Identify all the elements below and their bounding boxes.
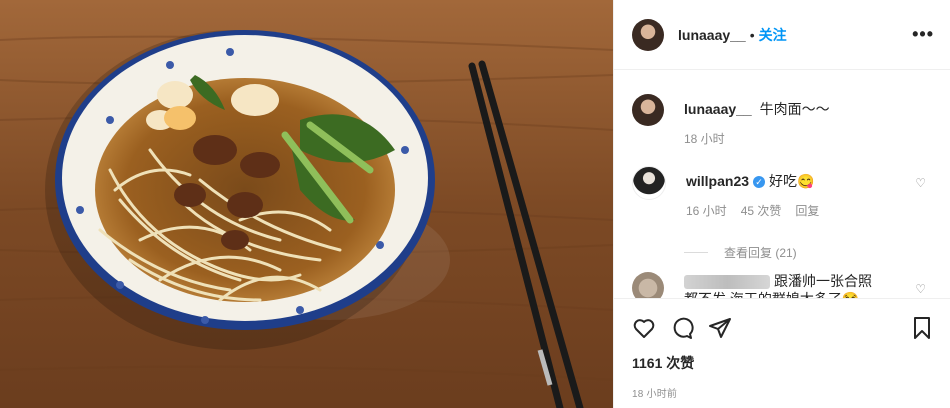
comment-username[interactable]: willpan23 (686, 173, 749, 189)
comment-time[interactable]: 16 小时 (686, 202, 727, 220)
post-actions: 1161 次赞 18 小时前 (614, 298, 950, 408)
comment-likes[interactable]: 45 次赞 (741, 202, 782, 220)
like-comment-heart-icon[interactable]: ♡ (915, 176, 926, 190)
comment-bubble-icon[interactable] (670, 316, 694, 340)
view-replies-button[interactable]: 查看回复 (21) (684, 244, 934, 261)
post-modal: lunaaay__ • 关注 ••• lunaaay__ 牛肉面～～ 18 小时 (0, 0, 950, 408)
action-icons (632, 299, 934, 357)
author-username[interactable]: lunaaay__ (678, 27, 746, 43)
replies-divider (684, 252, 708, 253)
noodle-bowl-image (0, 0, 613, 408)
comments-list[interactable]: lunaaay__ 牛肉面～～ 18 小时 willpan23 ✓ 好吃😋 16… (614, 70, 950, 298)
caption-username[interactable]: lunaaay__ (684, 101, 752, 117)
separator-dot: • (749, 26, 755, 43)
blurred-username[interactable] (684, 275, 770, 290)
post-side-panel: lunaaay__ • 关注 ••• lunaaay__ 牛肉面～～ 18 小时 (613, 0, 950, 408)
comment-text: 好吃😋 (769, 173, 815, 189)
comment-meta: 16 小时 45 次赞 回复 (686, 202, 819, 220)
likes-count[interactable]: 1161 次赞 (632, 353, 934, 373)
caption-meta: 18 小时 (684, 130, 830, 148)
view-replies-label: 查看回复 (21) (724, 246, 797, 260)
comment-item: 跟潘帅一张合照 都不发 海王的群媳太多了😂 ♡ (632, 272, 934, 298)
like-heart-icon[interactable] (632, 316, 656, 340)
author-avatar[interactable] (632, 18, 664, 51)
caption-time[interactable]: 18 小时 (684, 130, 725, 148)
caption-text: 牛肉面～～ (759, 101, 830, 117)
follow-button[interactable]: 关注 (759, 25, 787, 45)
post-photo[interactable] (0, 0, 613, 408)
comment-text-line2: 都不发 海王的群媳太多了😂 (684, 290, 872, 298)
share-paper-plane-icon[interactable] (708, 316, 732, 340)
like-comment-heart-icon[interactable]: ♡ (915, 282, 926, 296)
post-timestamp[interactable]: 18 小时前 (632, 385, 934, 400)
commenter-avatar[interactable] (632, 166, 666, 200)
author-avatar-small[interactable] (632, 94, 664, 126)
post-header: lunaaay__ • 关注 ••• (614, 0, 950, 70)
caption-item: lunaaay__ 牛肉面～～ 18 小时 (632, 94, 934, 148)
more-options-icon[interactable]: ••• (912, 24, 934, 45)
verified-badge-icon: ✓ (753, 176, 766, 189)
comment-text: 跟潘帅一张合照 (774, 273, 872, 289)
comment-item: willpan23 ✓ 好吃😋 16 小时 45 次赞 回复 ♡ 查看回复 (21) (632, 166, 934, 261)
save-bookmark-icon[interactable] (910, 316, 934, 340)
commenter-avatar[interactable] (632, 272, 664, 298)
reply-button[interactable]: 回复 (795, 202, 819, 220)
